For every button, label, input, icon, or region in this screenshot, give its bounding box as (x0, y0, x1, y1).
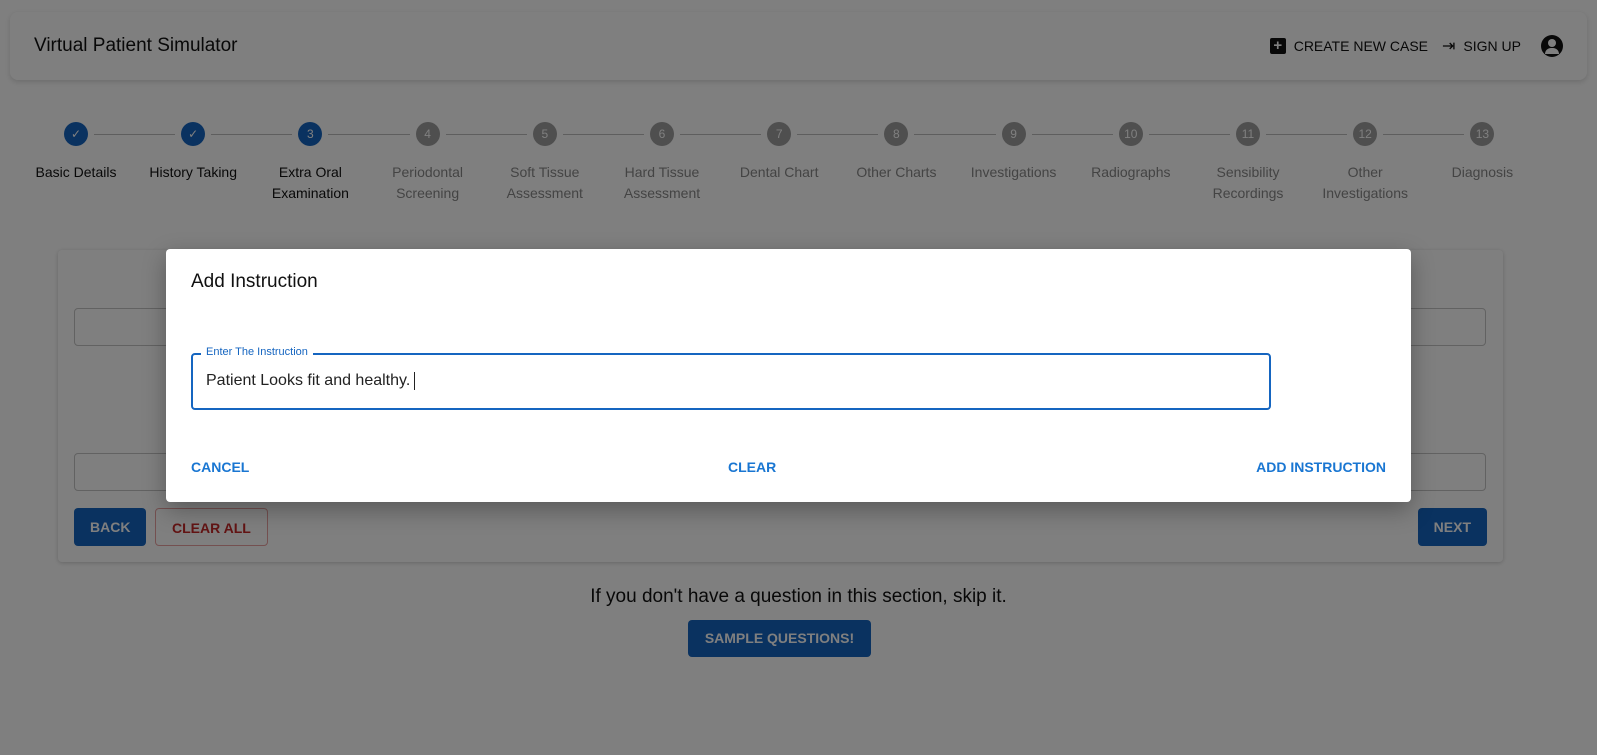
dialog-title: Add Instruction (191, 271, 318, 292)
add-instruction-dialog: Add Instruction Enter The Instruction Pa… (166, 249, 1411, 502)
text-caret (414, 372, 416, 390)
instruction-label: Enter The Instruction (201, 346, 313, 358)
clear-button[interactable]: Clear (728, 459, 776, 475)
instruction-input[interactable]: Enter The Instruction Patient Looks fit … (191, 346, 1271, 410)
add-instruction-button[interactable]: Add Instruction (1256, 459, 1386, 475)
cancel-button[interactable]: Cancel (191, 459, 249, 475)
instruction-value: Patient Looks fit and healthy. (206, 372, 416, 390)
instruction-text: Patient Looks fit and healthy. (206, 372, 411, 390)
